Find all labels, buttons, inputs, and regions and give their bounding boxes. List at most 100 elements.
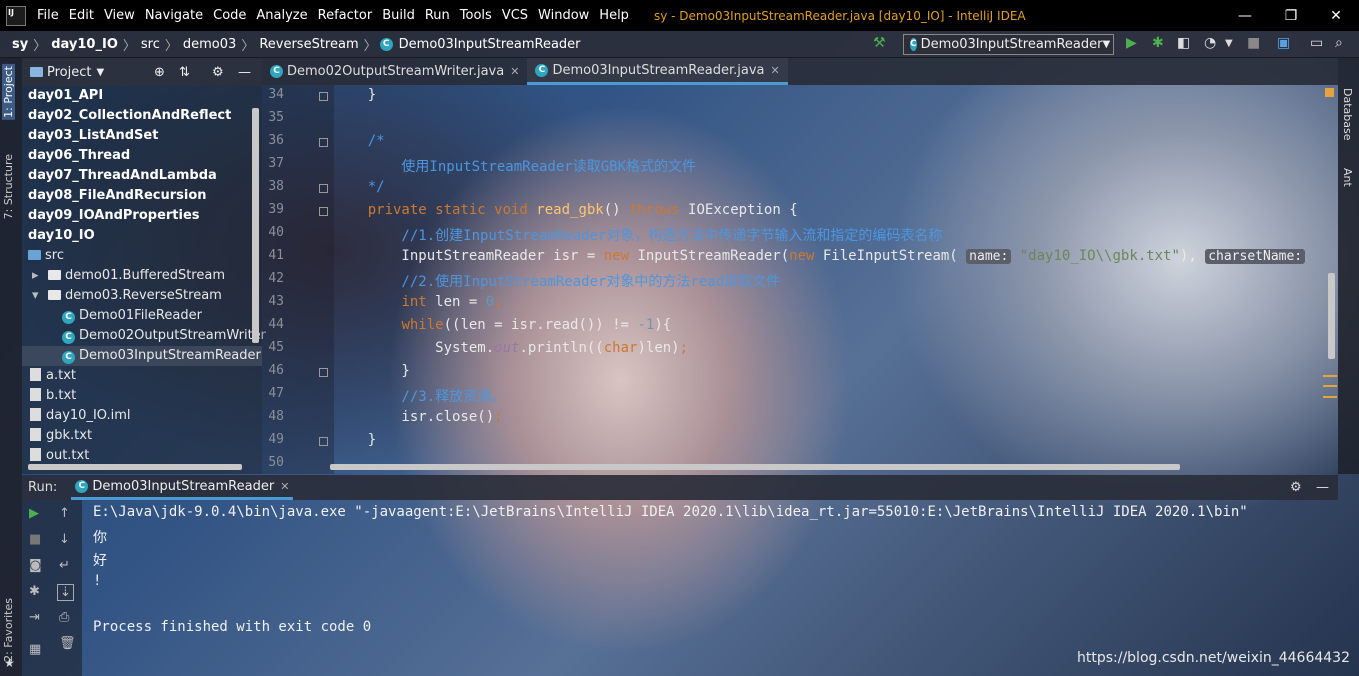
breadcrumb-class[interactable]: Demo03InputStreamReader [397,37,583,52]
tree-item[interactable]: day03_ListAndSet [22,126,262,146]
locate-icon[interactable]: ⊕ [154,65,165,80]
project-label[interactable]: Project [47,65,91,80]
tree-item[interactable]: ▾ demo03.ReverseStream [22,286,262,306]
tree-item[interactable]: b.txt [22,386,262,406]
close-icon[interactable]: ✕ [771,64,780,77]
stop-icon[interactable]: ■ [1247,35,1260,51]
chevron-icon[interactable]: ▸ [32,266,48,286]
project-hscrollbar[interactable] [28,464,242,470]
exit-icon[interactable]: ⇥ [29,610,40,625]
breadcrumb-subpackage[interactable]: ReverseStream [257,37,360,52]
search-icon[interactable]: ⌕ [1335,35,1343,51]
menu-item-run[interactable]: Run [420,8,455,23]
breadcrumb-project[interactable]: sy [10,37,30,52]
chevron-down-icon[interactable]: ▼ [96,67,104,78]
tree-item[interactable]: out.txt [22,446,262,466]
tab-project[interactable]: 1: Project [2,64,15,120]
tab-ant[interactable]: Ant [1341,168,1354,187]
scroll-to-end-icon[interactable]: ⇣ [57,584,74,601]
tree-item[interactable]: C Demo03InputStreamReader [22,346,262,366]
fold-marker-icon[interactable] [319,184,328,193]
tree-item[interactable]: day07_ThreadAndLambda [22,166,262,186]
menu-item-help[interactable]: Help [594,8,634,23]
tab-demo02[interactable]: C Demo02OutputStreamWriter.java ✕ [262,58,527,85]
code-editor[interactable]: } /* 使用InputStreamReader读取GBK格式的文件 */ pr… [334,85,1338,474]
tree-item[interactable]: C Demo01FileReader [22,306,262,326]
tab-structure[interactable]: 7: Structure [2,154,15,219]
breadcrumb-module[interactable]: day10_IO [49,37,120,52]
tree-item[interactable]: gbk.txt [22,426,262,446]
minimize-icon[interactable]: — [1222,0,1268,31]
fold-marker-icon[interactable] [319,437,328,446]
tree-item[interactable]: day02_CollectionAndReflect [22,106,262,126]
inspection-indicator-icon[interactable] [1325,88,1334,97]
fold-marker-icon[interactable] [319,368,328,377]
profile-icon[interactable]: ◔ [1204,35,1216,51]
tab-database[interactable]: Database [1341,88,1354,141]
camera-icon[interactable]: ◙ [29,558,42,573]
trash-icon[interactable]: 🗑 [59,636,76,651]
collapse-icon[interactable]: ⇅ [179,65,190,80]
menu-item-edit[interactable]: Edit [64,8,99,23]
run-icon[interactable]: ▶ [1126,35,1137,51]
tree-item[interactable]: day09_IOAndProperties [22,206,262,226]
restore-icon[interactable]: ❐ [1268,0,1314,31]
close-icon[interactable]: ✕ [280,480,289,493]
hide-icon[interactable]: — [1316,480,1329,495]
tree-item[interactable]: day10_IO [22,226,262,246]
breadcrumb-package[interactable]: demo03 [181,37,238,52]
tab-demo03[interactable]: C Demo03InputStreamReader.java ✕ [527,58,788,85]
rerun-icon[interactable]: ▶ [29,506,39,521]
arrow-up-icon[interactable]: ↑ [59,506,70,521]
tree-item[interactable]: day08_FileAndRecursion [22,186,262,206]
menu-item-tools[interactable]: Tools [455,8,497,23]
menu-item-refactor[interactable]: Refactor [313,8,378,23]
debug-icon[interactable]: ✱ [1152,35,1164,51]
menu-item-window[interactable]: Window [533,8,594,23]
editor-scrollbar[interactable] [1328,273,1335,359]
menu-item-vcs[interactable]: VCS [497,8,533,23]
fold-marker-icon[interactable] [319,207,328,216]
layout-icon[interactable]: ▦ [29,642,41,657]
tree-item[interactable]: ▸ demo01.BufferedStream [22,266,262,286]
project-scrollbar[interactable] [252,108,259,343]
close-icon[interactable]: ✕ [1313,0,1359,31]
run-tab[interactable]: C Demo03InputStreamReader ✕ [71,475,294,500]
chevron-icon[interactable]: ▾ [32,286,48,306]
warning-marker[interactable] [1323,396,1337,398]
close-icon[interactable]: ✕ [510,65,519,78]
warning-marker[interactable] [1323,385,1337,387]
horizontal-scrollbar[interactable] [330,464,1180,470]
tree-item[interactable]: day10_IO.iml [22,406,262,426]
coverage-icon[interactable]: ◧ [1177,35,1190,51]
fold-marker-icon[interactable] [319,92,328,101]
menu-item-navigate[interactable]: Navigate [140,8,208,23]
stop-icon[interactable]: ■ [29,532,41,547]
tree-item[interactable]: a.txt [22,366,262,386]
gear-icon[interactable]: ⚙ [1290,480,1302,495]
menu-item-build[interactable]: Build [377,8,420,23]
chevron-down-icon[interactable]: ▼ [1225,38,1233,49]
tree-item[interactable]: day06_Thread [22,146,262,166]
menu-item-analyze[interactable]: Analyze [251,8,312,23]
soft-wrap-icon[interactable]: ↵ [59,558,70,573]
warning-marker[interactable] [1323,375,1337,377]
menu-item-file[interactable]: File [32,8,64,23]
run-config-select[interactable]: C Demo03InputStreamReader ▼ [903,34,1114,55]
debug-icon[interactable]: ✱ [29,584,40,599]
tree-item[interactable]: day01_API [22,86,262,106]
layout-icon[interactable]: ▭ [1310,35,1323,51]
arrow-down-icon[interactable]: ↓ [59,532,70,547]
menu-item-code[interactable]: Code [208,8,251,23]
menu-item-view[interactable]: View [99,8,140,23]
print-icon[interactable]: ⎙ [59,610,69,625]
fold-marker-icon[interactable] [319,138,328,147]
hammer-build-icon[interactable]: ⚒ [873,35,886,51]
breadcrumb-src[interactable]: src [139,37,162,52]
tree-item[interactable]: C Demo02OutputStreamWriter [22,326,266,346]
tree-item[interactable]: src [22,246,262,266]
hide-icon[interactable]: — [238,65,251,80]
gear-icon[interactable]: ⚙ [212,65,224,80]
project-structure-icon[interactable]: ▣ [1277,35,1290,51]
tab-favorites[interactable]: 2: Favorites [2,598,15,662]
